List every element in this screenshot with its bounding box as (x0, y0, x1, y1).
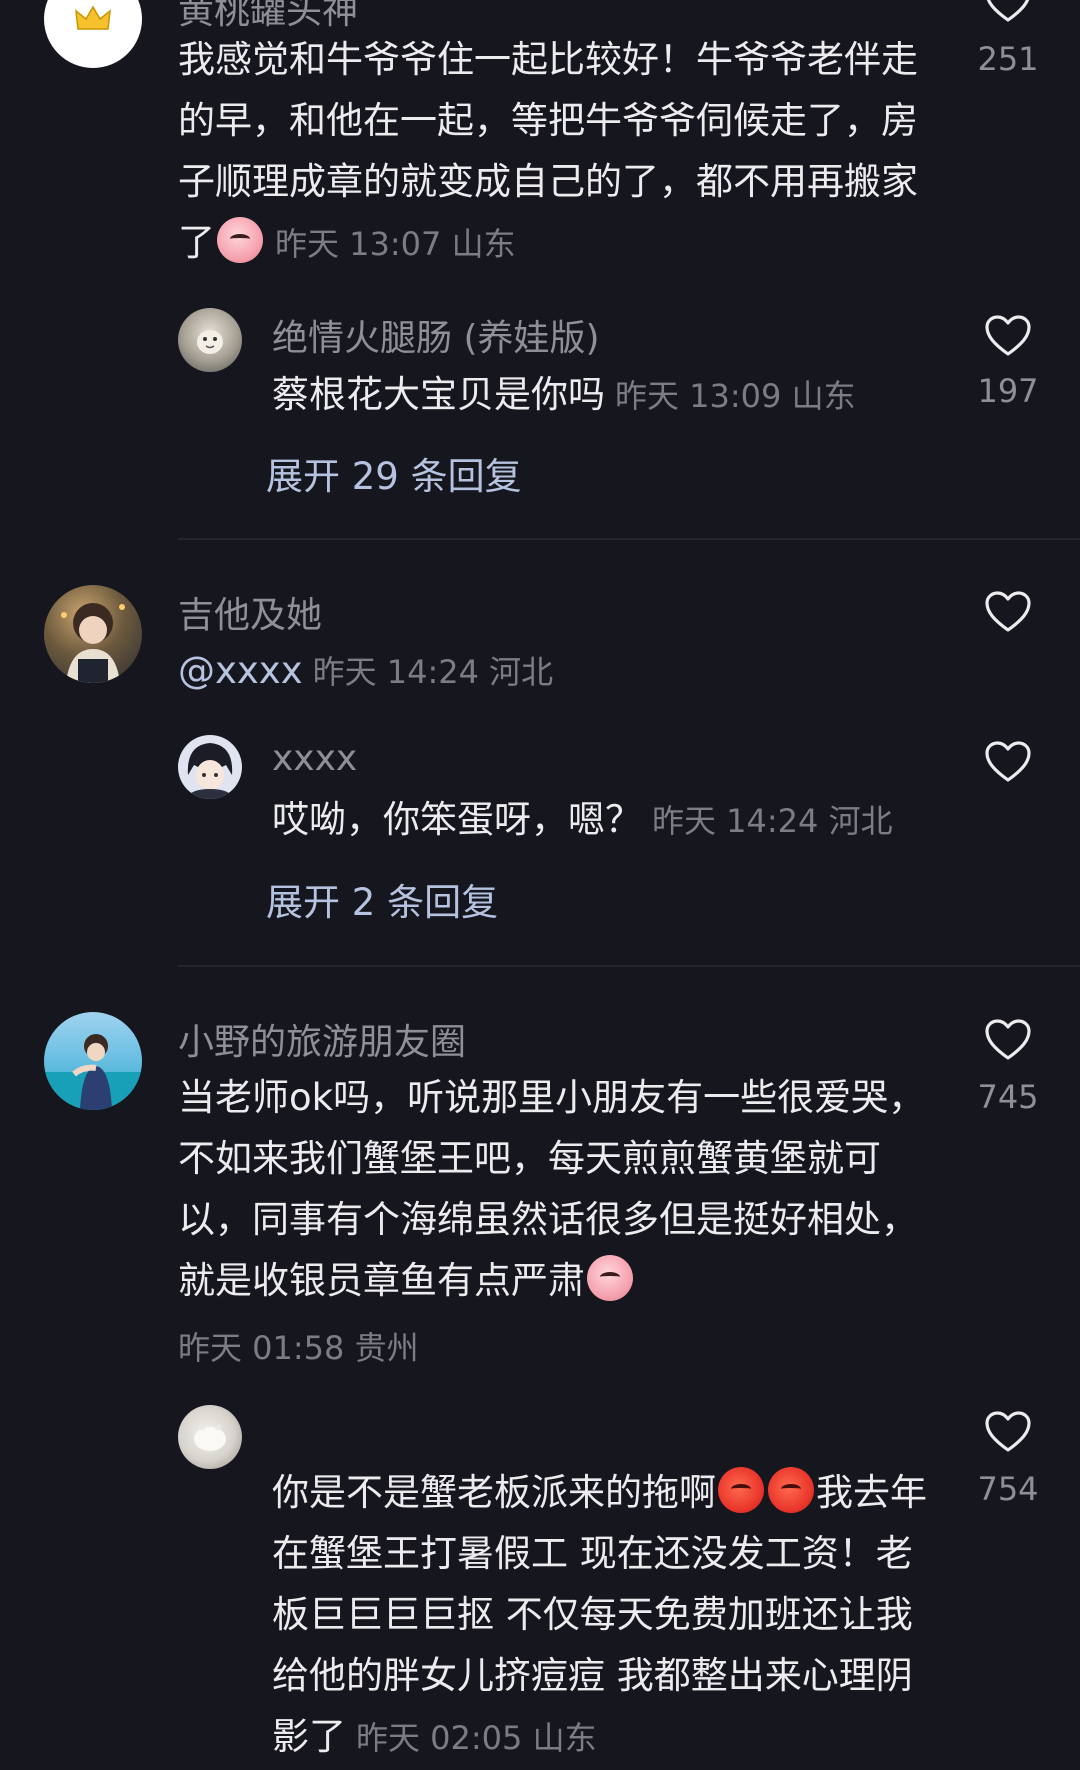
like-heart-icon[interactable] (984, 1018, 1032, 1062)
mention-link[interactable]: @xxxx (178, 649, 303, 692)
reply-body: 蔡根花大宝贝是你吗 (272, 373, 605, 416)
reply-avatar[interactable] (178, 735, 242, 799)
user-avatar[interactable] (44, 585, 142, 683)
comment-author[interactable]: 小野的旅游朋友圈 (178, 1013, 466, 1065)
crown-icon (75, 5, 111, 30)
comment-text: 我感觉和牛爷爷住一起比较好！牛爷爷老伴走的早，和他在一起，等把牛爷爷伺候走了，房… (178, 29, 934, 275)
user-avatar[interactable] (44, 0, 142, 68)
divider (178, 965, 1080, 967)
girl-photo-avatar (61, 603, 125, 683)
reply-meta: 昨天 02:05 山东 (356, 1719, 597, 1757)
like-heart-icon[interactable] (984, 1410, 1032, 1454)
like-heart-icon[interactable] (984, 590, 1032, 634)
comment-text: 当老师ok吗，听说那里小朋友有一些很爱哭，不如来我们蟹堡王吧，每天煎煎蟹黄堡就可… (178, 1067, 934, 1311)
like-heart-icon[interactable] (984, 0, 1032, 24)
beach-photo-avatar (44, 1034, 142, 1110)
comment-meta: 昨天 13:07 山东 (275, 225, 516, 263)
reply-body: 哎呦，你笨蛋呀，嗯？ (272, 798, 642, 841)
like-count: 745 (977, 1078, 1039, 1116)
divider (178, 538, 1080, 540)
like-count: 197 (977, 372, 1039, 410)
reply-meta: 昨天 13:09 山东 (615, 377, 856, 415)
reply-text: 蔡根花大宝贝是你吗 昨天 13:09 山东 (272, 364, 932, 427)
reply-text: 哎呦，你笨蛋呀，嗯？ 昨天 14:24 河北 (272, 789, 952, 852)
reply-body-b: 我去年在蟹堡王打暑假工 现在还没发工资！老板巨巨巨巨抠 不仅每天免费加班还让我给… (272, 1471, 927, 1758)
reply-avatar[interactable] (178, 1405, 242, 1469)
like-count: 754 (977, 1470, 1039, 1508)
user-avatar[interactable] (44, 1012, 142, 1110)
comment-text: @xxxx 昨天 14:24 河北 (178, 640, 938, 703)
reply-body-a: 你是不是蟹老板派来的拖啊 (272, 1471, 716, 1514)
reply-author[interactable]: 绝情火腿肠 (养娃版) (272, 309, 600, 361)
reply-avatar[interactable] (178, 308, 242, 372)
angry-face-emoji (217, 217, 263, 263)
expand-replies-link[interactable]: 展开 2 条回复 (266, 872, 498, 926)
smirk-face-emoji (587, 1255, 633, 1301)
comment-meta: 昨天 01:58 贵州 (178, 1329, 419, 1367)
angry-red-face-emoji (768, 1467, 814, 1513)
white-cat-avatar (194, 1423, 226, 1451)
comment-author[interactable]: 吉他及她 (178, 586, 322, 638)
like-heart-icon[interactable] (984, 314, 1032, 358)
like-heart-icon[interactable] (984, 740, 1032, 784)
expand-replies-link[interactable]: 展开 29 条回复 (266, 446, 522, 500)
reply-text: 你是不是蟹老板派来的拖啊 我去年在蟹堡王打暑假工 现在还没发工资！老板巨巨巨巨抠 … (272, 1462, 942, 1769)
angry-red-face-emoji (718, 1467, 764, 1513)
comment-meta: 昨天 14:24 河北 (312, 653, 554, 691)
anime-boy-avatar (186, 743, 234, 799)
white-tiger-avatar (197, 330, 223, 354)
reply-author[interactable]: xxxx (272, 738, 357, 779)
like-count: 251 (977, 40, 1039, 78)
reply-meta: 昨天 14:24 河北 (652, 802, 893, 840)
comment-body: 当老师ok吗，听说那里小朋友有一些很爱哭，不如来我们蟹堡王吧，每天煎煎蟹黄堡就可… (178, 1076, 926, 1302)
